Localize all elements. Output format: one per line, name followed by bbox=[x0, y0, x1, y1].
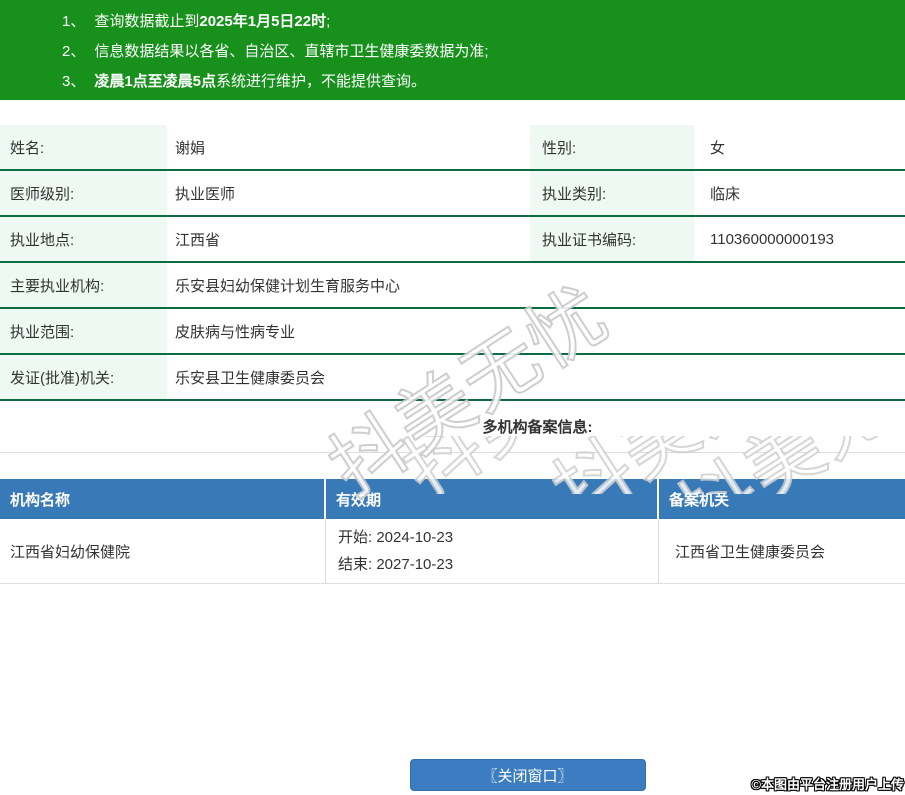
table-row: 医师级别: 执业医师 执业类别: 临床 bbox=[0, 171, 905, 217]
field-label-practice-category: 执业类别: bbox=[530, 171, 694, 215]
filing-table-header: 机构名称 有效期 备案机关 bbox=[0, 479, 905, 519]
field-label-issuing-authority: 发证(批准)机关: bbox=[0, 355, 167, 399]
field-label-gender: 性别: bbox=[530, 125, 694, 169]
field-label-doctor-level: 医师级别: bbox=[0, 171, 167, 215]
validity-start: 开始: 2024-10-23 bbox=[338, 529, 454, 546]
notice-line-2: 2、 信息数据结果以各省、自治区、直辖市卫生健康委数据为准; bbox=[62, 37, 905, 67]
cell-validity: 开始: 2024-10-23 结束: 2027-10-23 bbox=[326, 519, 659, 583]
table-row: 主要执业机构: 乐安县妇幼保健计划生育服务中心 bbox=[0, 263, 905, 309]
validity-end: 结束: 2027-10-23 bbox=[338, 556, 454, 573]
field-value-issuing-authority: 乐安县卫生健康委员会 bbox=[175, 369, 326, 387]
notice-text-bold: 凌晨1点至凌晨5点 bbox=[94, 73, 217, 90]
filing-table: 机构名称 有效期 备案机关 江西省妇幼保健院 开始: 2024-10-23 结束… bbox=[0, 479, 905, 584]
field-value-doctor-level: 执业医师 bbox=[175, 185, 236, 203]
close-window-button[interactable]: 〖关闭窗口〗 bbox=[409, 759, 646, 791]
copyright-watermark: ©本图由平台注册用户上传 bbox=[751, 777, 904, 792]
notice-text: 信息数据结果以各省、自治区、直辖市卫生健康委数据为准; bbox=[94, 43, 489, 60]
cell-filing-authority: 江西省卫生健康委员会 bbox=[675, 543, 826, 561]
field-value-gender: 女 bbox=[710, 139, 726, 157]
notice-line-1: 1、 查询数据截止到2025年1月5日22时; bbox=[62, 7, 905, 37]
notice-text: ; bbox=[326, 13, 331, 30]
notice-number: 2、 bbox=[62, 43, 86, 60]
field-label-name: 姓名: bbox=[0, 125, 167, 169]
field-value-practice-scope: 皮肤病与性病专业 bbox=[175, 323, 296, 341]
notice-line-3: 3、 凌晨1点至凌晨5点系统进行维护，不能提供查询。 bbox=[62, 67, 905, 97]
section-title-multi-institution: 多机构备案信息: bbox=[0, 401, 905, 453]
table-row: 发证(批准)机关: 乐安县卫生健康委员会 bbox=[0, 355, 905, 401]
notice-text: 查询数据截止到 bbox=[94, 13, 200, 30]
field-value-practice-category: 临床 bbox=[710, 185, 741, 203]
field-value-name: 谢娟 bbox=[175, 139, 206, 157]
field-label-main-institution: 主要执业机构: bbox=[0, 263, 167, 307]
field-label-practice-scope: 执业范围: bbox=[0, 309, 167, 353]
field-value-license-number: 110360000000193 bbox=[710, 230, 835, 248]
doctor-profile-table: 姓名: 谢娟 性别: 女 医师级别: 执业医师 执业类别: 临床 执业地点: 江… bbox=[0, 125, 905, 401]
section-title-text: 多机构备案信息: bbox=[482, 419, 593, 436]
field-value-main-institution: 乐安县妇幼保健计划生育服务中心 bbox=[175, 277, 401, 295]
table-row: 执业地点: 江西省 执业证书编码: 110360000000193 bbox=[0, 217, 905, 263]
notice-text: 系统进行维护，不能提供查询。 bbox=[216, 73, 427, 90]
notice-number: 1、 bbox=[62, 13, 86, 30]
column-header-validity: 有效期 bbox=[326, 479, 659, 519]
table-row: 执业范围: 皮肤病与性病专业 bbox=[0, 309, 905, 355]
field-value-practice-location: 江西省 bbox=[175, 231, 221, 249]
table-row: 姓名: 谢娟 性别: 女 bbox=[0, 125, 905, 171]
table-row: 江西省妇幼保健院 开始: 2024-10-23 结束: 2027-10-23 江… bbox=[0, 519, 905, 584]
notice-banner: 1、 查询数据截止到2025年1月5日22时; 2、 信息数据结果以各省、自治区、直… bbox=[0, 0, 905, 100]
column-header-authority: 备案机关 bbox=[669, 491, 730, 509]
field-label-practice-location: 执业地点: bbox=[0, 217, 167, 261]
column-header-org-name: 机构名称 bbox=[0, 479, 326, 519]
notice-text-bold: 2025年1月5日22时 bbox=[199, 13, 327, 30]
field-label-license-number: 执业证书编码: bbox=[530, 217, 694, 261]
notice-number: 3、 bbox=[62, 73, 86, 90]
cell-org-name: 江西省妇幼保健院 bbox=[0, 519, 326, 583]
